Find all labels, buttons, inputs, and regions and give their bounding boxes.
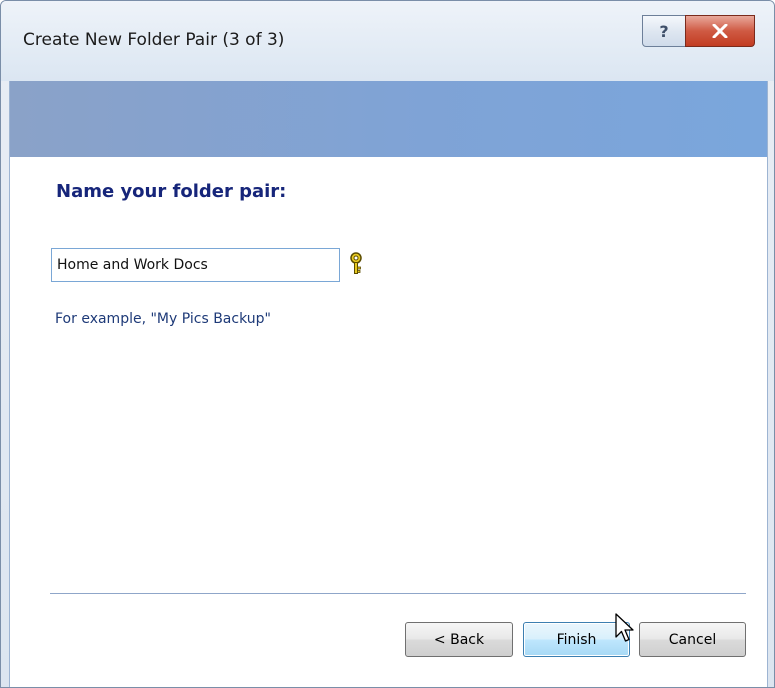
key-icon[interactable] bbox=[347, 252, 365, 276]
header-banner bbox=[10, 81, 767, 157]
window-title: Create New Folder Pair (3 of 3) bbox=[23, 30, 285, 50]
help-button[interactable]: ? bbox=[642, 15, 686, 47]
close-icon bbox=[712, 24, 728, 38]
dialog-content: Name your folder pair: For example, "My … bbox=[9, 81, 768, 687]
cancel-button[interactable]: Cancel bbox=[639, 622, 746, 657]
divider bbox=[50, 593, 746, 594]
help-icon: ? bbox=[659, 21, 669, 41]
title-bar: Create New Folder Pair (3 of 3) ? bbox=[1, 1, 774, 81]
example-hint: For example, "My Pics Backup" bbox=[55, 311, 271, 327]
dialog-window: Create New Folder Pair (3 of 3) ? Name y… bbox=[0, 0, 775, 688]
page-heading: Name your folder pair: bbox=[56, 181, 287, 202]
finish-button-label: Finish bbox=[556, 631, 597, 648]
back-button[interactable]: < Back bbox=[405, 622, 513, 657]
folder-pair-name-input[interactable] bbox=[51, 248, 340, 282]
finish-button[interactable]: Finish bbox=[523, 622, 630, 657]
back-button-label: < Back bbox=[433, 631, 485, 648]
cancel-button-label: Cancel bbox=[668, 631, 717, 648]
close-button[interactable] bbox=[685, 15, 755, 47]
